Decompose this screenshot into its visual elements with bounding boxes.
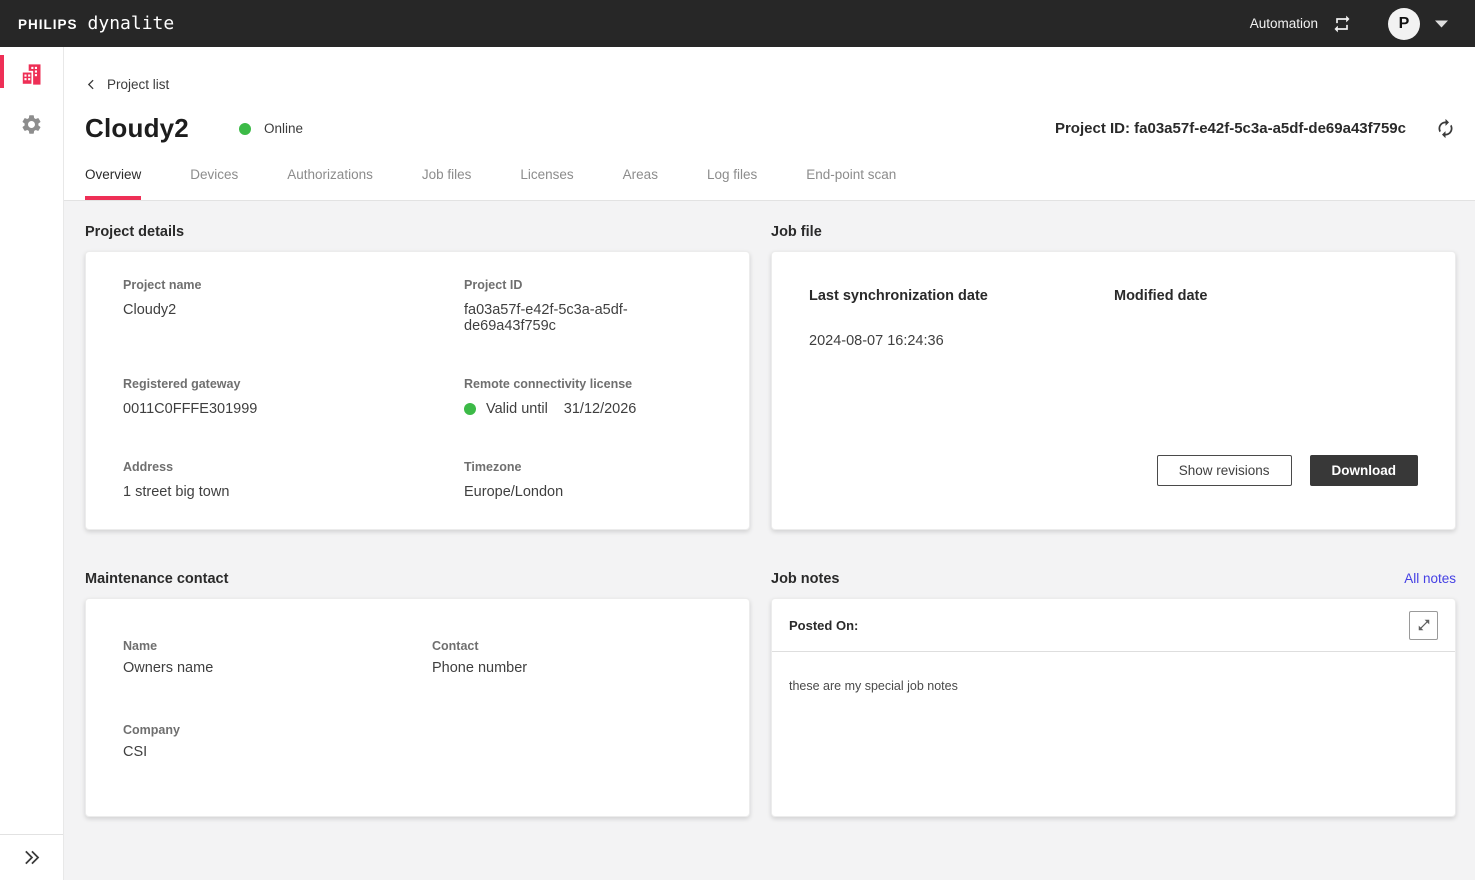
license-status-text: Valid until xyxy=(486,401,548,417)
field-registered-gateway: Registered gateway 0011C0FFFE301999 xyxy=(123,377,464,417)
online-status-label: Online xyxy=(264,121,303,136)
page-header: Project list Cloudy2 Online Project ID: … xyxy=(64,47,1475,201)
brand-logo: PHILIPS dynalite xyxy=(18,13,174,34)
switch-mode-button[interactable] xyxy=(1330,12,1354,36)
field-label: Contact xyxy=(432,639,712,653)
job-notes-card: Posted On: these are my special job note… xyxy=(771,598,1456,817)
field-project-name: Project name Cloudy2 xyxy=(123,278,464,334)
show-revisions-button[interactable]: Show revisions xyxy=(1157,455,1292,486)
job-notes-header: Posted On: xyxy=(772,599,1455,652)
sidebar-item-projects[interactable] xyxy=(18,60,46,88)
chevron-down-icon xyxy=(1434,19,1449,29)
project-details-title: Project details xyxy=(85,224,184,240)
field-value: fa03a57f-e42f-5c3a-a5df-de69a43f759c xyxy=(464,302,712,334)
job-note-text: these are my special job notes xyxy=(772,652,1455,720)
active-nav-indicator xyxy=(0,55,4,88)
topbar: PHILIPS dynalite Automation P xyxy=(0,0,1475,47)
breadcrumb-label: Project list xyxy=(107,77,169,92)
license-date: 31/12/2026 xyxy=(564,401,637,417)
project-id-line: Project ID: fa03a57f-e42f-5c3a-a5df-de69… xyxy=(1055,120,1406,137)
automation-label: Automation xyxy=(1250,16,1318,31)
field-label: Remote connectivity license xyxy=(464,377,712,391)
avatar[interactable]: P xyxy=(1388,8,1420,40)
field-company: Company CSI xyxy=(123,723,432,760)
license-valid-status-dot xyxy=(464,403,476,415)
modified-date-column: Modified date xyxy=(1114,288,1418,349)
open-in-full-icon xyxy=(1417,618,1431,632)
field-value: 0011C0FFFE301999 xyxy=(123,401,464,417)
field-label: Address xyxy=(123,460,464,474)
sidebar-expand-button[interactable] xyxy=(0,834,63,880)
field-label: Timezone xyxy=(464,460,712,474)
breadcrumb[interactable]: Project list xyxy=(85,77,169,92)
field-value: Owners name xyxy=(123,660,432,676)
job-notes-title: Job notes xyxy=(771,571,839,587)
buildings-icon xyxy=(18,61,45,88)
field-label: Project ID xyxy=(464,278,712,292)
field-label: Name xyxy=(123,639,432,653)
page-title: Cloudy2 xyxy=(85,113,189,144)
job-file-section: Job file Last synchronization date 2024-… xyxy=(771,223,1456,530)
sidebar-item-settings[interactable] xyxy=(18,110,46,138)
field-remote-connectivity-license: Remote connectivity license Valid until … xyxy=(464,377,712,417)
field-label: Company xyxy=(123,723,432,737)
tab-end-point-scan[interactable]: End-point scan xyxy=(806,167,896,200)
job-file-title: Job file xyxy=(771,224,822,240)
field-project-id: Project ID fa03a57f-e42f-5c3a-a5df-de69a… xyxy=(464,278,712,334)
field-timezone: Timezone Europe/London xyxy=(464,460,712,500)
last-sync-label: Last synchronization date xyxy=(809,288,1114,304)
main-area: Project list Cloudy2 Online Project ID: … xyxy=(64,47,1475,880)
tab-areas[interactable]: Areas xyxy=(623,167,658,200)
expand-notes-button[interactable] xyxy=(1409,611,1438,640)
field-address: Address 1 street big town xyxy=(123,460,464,500)
last-sync-value: 2024-08-07 16:24:36 xyxy=(809,333,1114,349)
sync-icon xyxy=(1435,118,1456,139)
tab-authorizations[interactable]: Authorizations xyxy=(287,167,373,200)
tab-devices[interactable]: Devices xyxy=(190,167,238,200)
avatar-initial: P xyxy=(1399,15,1410,33)
field-contact: Contact Phone number xyxy=(432,639,712,676)
last-sync-column: Last synchronization date 2024-08-07 16:… xyxy=(809,288,1114,349)
double-chevron-right-icon xyxy=(21,847,42,868)
project-details-section: Project details Project name Cloudy2 Pro… xyxy=(85,223,750,530)
tab-bar: Overview Devices Authorizations Job file… xyxy=(85,167,1456,200)
job-notes-section: Job notes All notes Posted On: these are… xyxy=(771,570,1456,817)
sidebar xyxy=(0,47,64,880)
tab-overview[interactable]: Overview xyxy=(85,167,141,200)
download-button[interactable]: Download xyxy=(1310,455,1419,486)
posted-on-label: Posted On: xyxy=(789,618,858,633)
field-value: Cloudy2 xyxy=(123,302,464,318)
tab-licenses[interactable]: Licenses xyxy=(520,167,573,200)
job-file-card: Last synchronization date 2024-08-07 16:… xyxy=(771,251,1456,530)
status-badge: Online xyxy=(239,121,303,136)
tab-job-files[interactable]: Job files xyxy=(422,167,472,200)
maintenance-contact-card: Name Owners name Contact Phone number Co… xyxy=(85,598,750,817)
content-area: Project details Project name Cloudy2 Pro… xyxy=(64,201,1475,880)
maintenance-contact-section: Maintenance contact Name Owners name Con… xyxy=(85,570,750,817)
modified-date-label: Modified date xyxy=(1114,288,1418,304)
field-value: Europe/London xyxy=(464,484,712,500)
philips-wordmark: PHILIPS xyxy=(18,17,78,32)
field-label: Registered gateway xyxy=(123,377,464,391)
field-label: Project name xyxy=(123,278,464,292)
field-value: 1 street big town xyxy=(123,484,464,500)
field-name: Name Owners name xyxy=(123,639,432,676)
all-notes-link[interactable]: All notes xyxy=(1404,571,1456,586)
field-value: CSI xyxy=(123,744,432,760)
dynalite-wordmark: dynalite xyxy=(88,13,175,34)
maintenance-contact-title: Maintenance contact xyxy=(85,571,228,587)
field-value: Phone number xyxy=(432,660,712,676)
gear-icon xyxy=(20,113,43,136)
tab-log-files[interactable]: Log files xyxy=(707,167,757,200)
repeat-icon xyxy=(1332,14,1352,34)
refresh-button[interactable] xyxy=(1434,118,1456,140)
account-menu-button[interactable] xyxy=(1434,19,1449,29)
online-status-dot xyxy=(239,123,251,135)
project-details-card: Project name Cloudy2 Project ID fa03a57f… xyxy=(85,251,750,530)
back-chevron-icon xyxy=(85,77,98,92)
